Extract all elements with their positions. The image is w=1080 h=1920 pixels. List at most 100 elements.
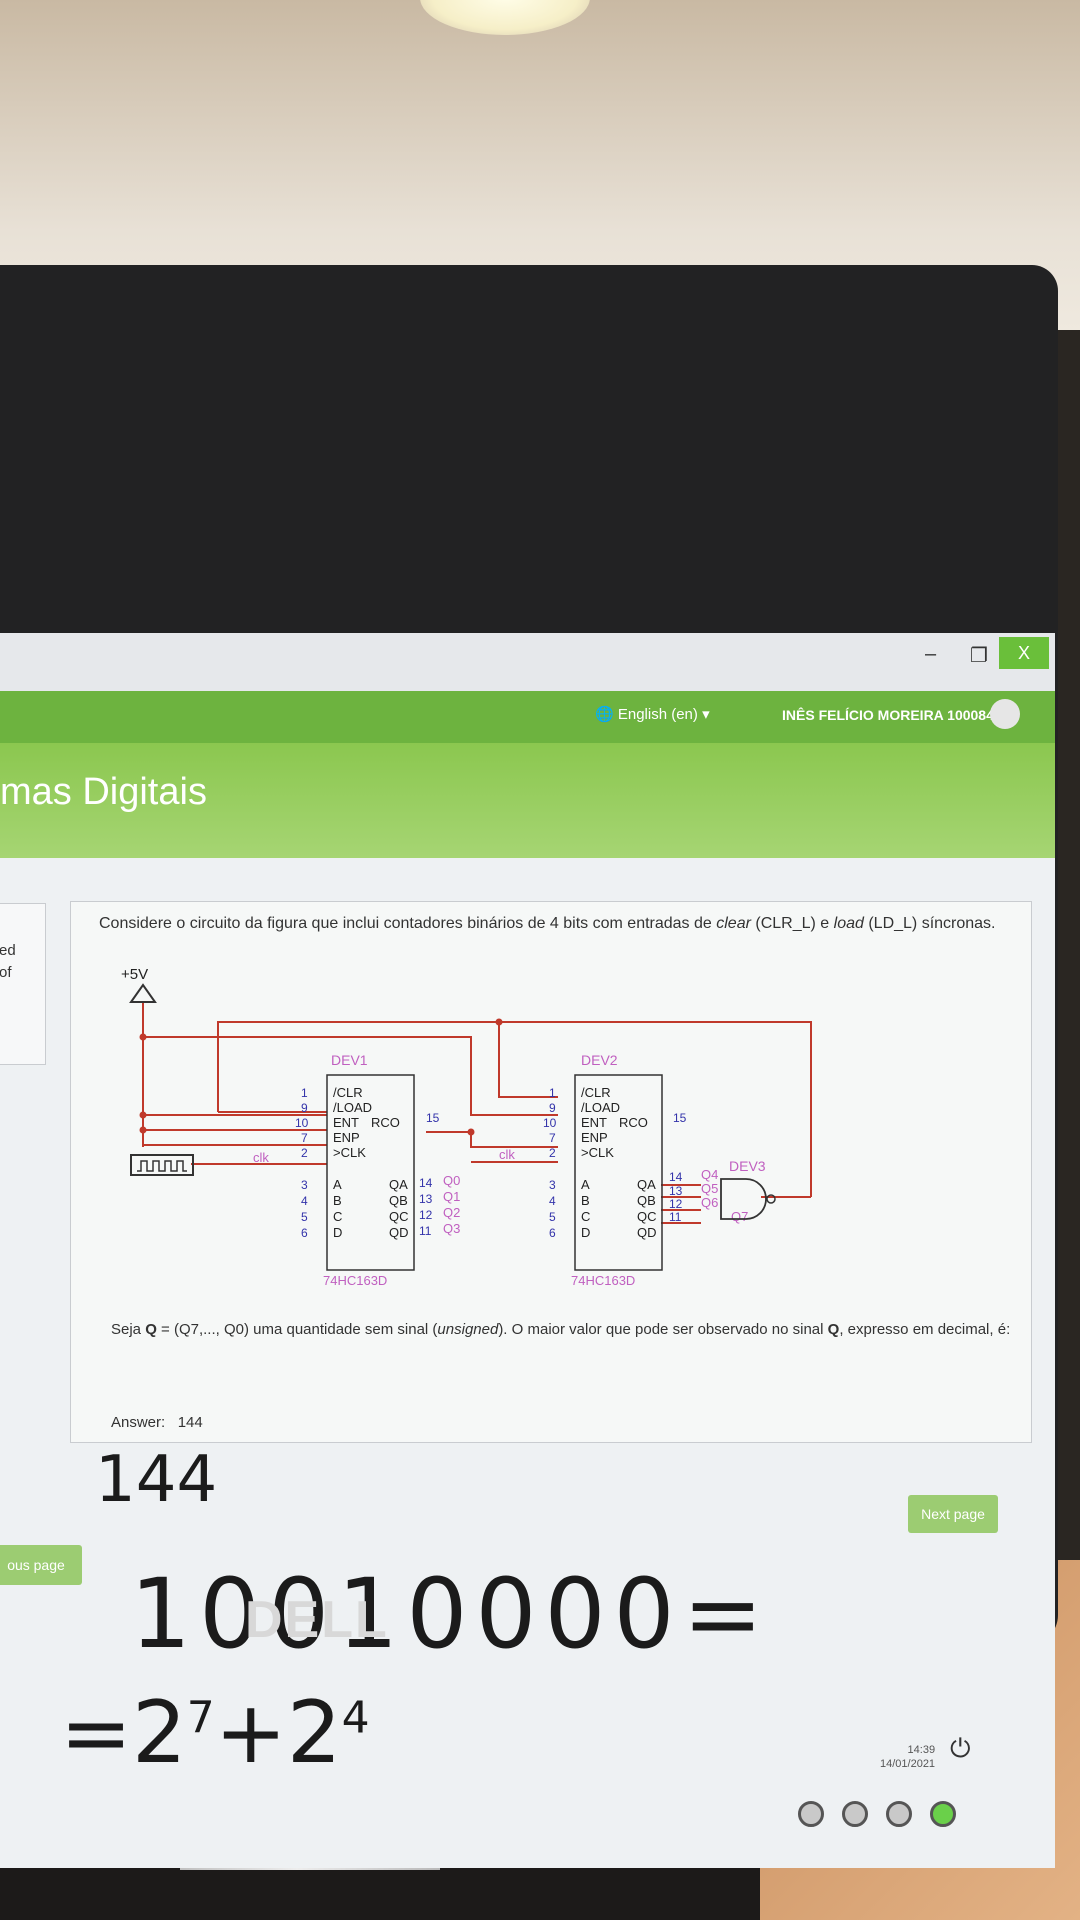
dev1-pin-b: B <box>333 1193 342 1208</box>
dev1-pin-num: 6 <box>301 1226 308 1240</box>
dev1-pin-num: 1 <box>301 1086 308 1100</box>
taskbar-clock: 14:39 14/01/2021 <box>880 1743 935 1771</box>
dev1-part: 74HC163D <box>323 1273 387 1288</box>
top-navbar: 🌐 English (en) ▾ INÊS FELÍCIO MOREIRA 10… <box>0 691 1055 743</box>
dev1-qd: QD <box>389 1225 409 1240</box>
restore-button[interactable]: ❐ <box>970 643 988 668</box>
monitor-button[interactable] <box>798 1801 824 1827</box>
next-page-button[interactable]: Next page <box>908 1495 998 1533</box>
dev2-qa: QA <box>637 1177 656 1192</box>
left-text-1: ed <box>0 942 16 959</box>
dev2-label: DEV2 <box>581 1052 618 1068</box>
course-title: mas Digitais <box>0 771 207 813</box>
dev2-pin-num: 5 <box>549 1210 556 1224</box>
dev1-qpin: 11 <box>419 1224 432 1238</box>
dev2-pin-num: 9 <box>549 1101 556 1115</box>
dev1-pin-num: 9 <box>301 1101 308 1115</box>
monitor-logo: DELL <box>245 1591 389 1649</box>
question-intro: Considere o circuito da figura que inclu… <box>99 915 996 932</box>
dev2-pin-clr: /CLR <box>581 1085 611 1100</box>
output-q7: Q7 <box>731 1209 748 1224</box>
dev2-rco-pin: 15 <box>673 1111 687 1125</box>
dev2-qpin: 11 <box>669 1210 682 1224</box>
dev1-pin-num: 2 <box>301 1146 308 1160</box>
dev2-pin-num: 6 <box>549 1226 556 1240</box>
handwritten-144: 144 <box>95 1443 218 1517</box>
handwritten-powers: =27+24 <box>60 1683 370 1783</box>
dev1-rco-pin: 15 <box>426 1111 440 1125</box>
output-q1: Q1 <box>443 1189 460 1204</box>
dev1-qpin: 14 <box>419 1176 433 1190</box>
minimize-button[interactable]: ‒ <box>925 643 936 666</box>
output-q4: Q4 <box>701 1167 718 1182</box>
language-label: English (en) ▾ <box>617 706 710 723</box>
dev1-pin-num: 5 <box>301 1210 308 1224</box>
dev2-pin-clk: >CLK <box>581 1145 614 1160</box>
dev2-qc: QC <box>637 1209 657 1224</box>
dev1-pin-c: C <box>333 1209 342 1224</box>
dev1-pin-a: A <box>333 1177 342 1192</box>
avatar[interactable] <box>990 699 1020 729</box>
screen: ‒ ❐ X ☰ 🌐 English (en) ▾ INÊS FELÍCIO MO… <box>0 633 1055 1868</box>
dev2-pin-b: B <box>581 1193 590 1208</box>
window-titlebar: ‒ ❐ X <box>0 633 1055 691</box>
close-button[interactable]: X <box>999 637 1049 669</box>
previous-page-button[interactable]: ous page <box>0 1545 82 1585</box>
output-q3: Q3 <box>443 1221 460 1236</box>
dev1-pin-num: 10 <box>295 1116 309 1130</box>
dev1-qa: QA <box>389 1177 408 1192</box>
output-q5: Q5 <box>701 1181 718 1196</box>
dev2-qpin: 14 <box>669 1170 683 1184</box>
monitor-buttons <box>798 1801 956 1827</box>
left-sidebar-block: ed of <box>0 903 46 1065</box>
dev1-pin-clr: /CLR <box>333 1085 363 1100</box>
dev1-qb: QB <box>389 1193 408 1208</box>
output-q6: Q6 <box>701 1195 718 1210</box>
dev2-pin-enp: ENP <box>581 1130 608 1145</box>
user-menu[interactable]: INÊS FELÍCIO MOREIRA 100084 <box>782 707 994 723</box>
dev2-pin-num: 3 <box>549 1178 556 1192</box>
vcc-label: +5V <box>121 966 148 983</box>
monitor-button[interactable] <box>886 1801 912 1827</box>
dev1-pin-num: 3 <box>301 1178 308 1192</box>
dev1-pin-ent: ENT <box>333 1115 359 1130</box>
output-q2: Q2 <box>443 1205 460 1220</box>
dev2-pin-num: 1 <box>549 1086 556 1100</box>
dev2-pin-num: 10 <box>543 1116 557 1130</box>
dev1-qpin: 13 <box>419 1192 433 1206</box>
dev2-pin-num: 4 <box>549 1194 556 1208</box>
clk-label-2: clk <box>499 1147 515 1162</box>
dev1-pin-num: 7 <box>301 1131 308 1145</box>
dev2-pin-num: 7 <box>549 1131 556 1145</box>
dev1-pin-clk: >CLK <box>333 1145 366 1160</box>
dev1-pin-enp: ENP <box>333 1130 360 1145</box>
dev2-pin-ent: ENT <box>581 1115 607 1130</box>
dev3-label: DEV3 <box>729 1158 766 1174</box>
monitor-button[interactable] <box>842 1801 868 1827</box>
language-menu[interactable]: 🌐 English (en) ▾ <box>595 705 710 723</box>
dev1-rco: RCO <box>371 1115 400 1130</box>
answer-input[interactable]: 144 <box>178 1414 203 1431</box>
dev1-pin-num: 4 <box>301 1194 308 1208</box>
dev1-label: DEV1 <box>331 1052 368 1068</box>
dev1-qpin: 12 <box>419 1208 433 1222</box>
power-icon[interactable]: ⏻ <box>950 1733 971 1765</box>
clk-label-1: clk <box>253 1150 269 1165</box>
monitor-power-button[interactable] <box>930 1801 956 1827</box>
dev2-qb: QB <box>637 1193 656 1208</box>
dev2-pin-d: D <box>581 1225 590 1240</box>
dev1-qc: QC <box>389 1209 409 1224</box>
clock-date: 14/01/2021 <box>880 1758 936 1770</box>
answer-label: Answer: <box>111 1414 166 1431</box>
globe-icon: 🌐 <box>595 706 614 723</box>
course-banner: mas Digitais <box>0 743 1055 858</box>
dev1-pin-d: D <box>333 1225 342 1240</box>
dev2-rco: RCO <box>619 1115 648 1130</box>
question-card: Considere o circuito da figura que inclu… <box>70 901 1032 1443</box>
monitor-bezel: ‒ ❐ X ☰ 🌐 English (en) ▾ INÊS FELÍCIO MO… <box>0 265 1058 1868</box>
question-text: Seja Q = (Q7,..., Q0) uma quantidade sem… <box>111 1321 1011 1338</box>
handwritten-binary: 10010000= <box>130 1558 772 1670</box>
dev2-pin-num: 2 <box>549 1146 556 1160</box>
dev1-pin-load: /LOAD <box>333 1100 372 1115</box>
answer-row: Answer: 144 <box>111 1414 203 1431</box>
